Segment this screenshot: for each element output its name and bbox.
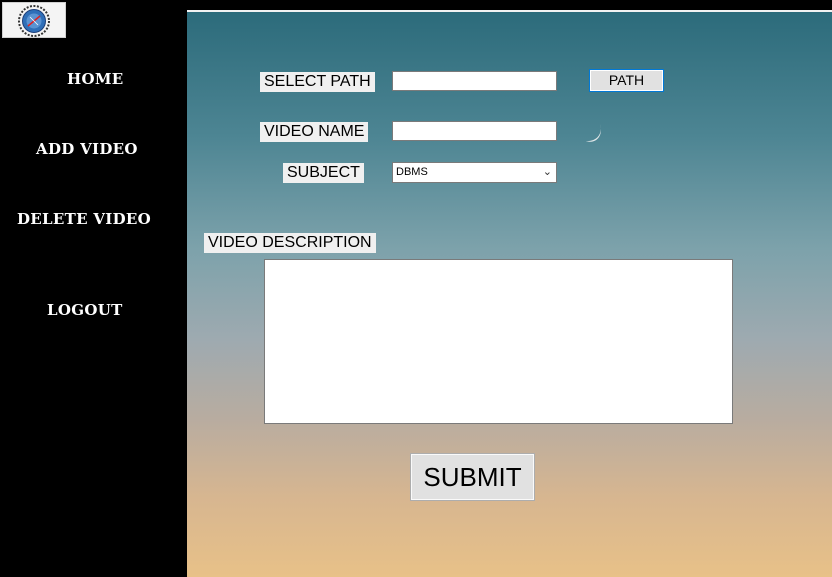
video-name-label: VIDEO NAME [260, 122, 369, 142]
subject-label: SUBJECT [283, 163, 364, 183]
nav-add-video[interactable]: ADD VIDEO [36, 140, 138, 158]
chevron-down-icon: ⌄ [542, 166, 552, 178]
nav-home[interactable]: HOME [67, 70, 123, 88]
college-emblem-icon [18, 5, 50, 37]
add-video-form-panel: SELECT PATH PATH VIDEO NAME SUBJECT DBMS… [187, 10, 832, 577]
path-input[interactable] [392, 71, 557, 91]
moon-icon [586, 124, 601, 142]
path-button[interactable]: PATH [589, 69, 664, 92]
submit-button[interactable]: SUBMIT [410, 453, 535, 501]
video-description-label: VIDEO DESCRIPTION [204, 233, 376, 253]
subject-selected-value: DBMS [396, 166, 428, 178]
sidebar: HOME ADD VIDEO DELETE VIDEO LOGOUT [0, 0, 187, 577]
video-name-input[interactable] [392, 121, 557, 141]
select-path-label: SELECT PATH [260, 72, 375, 92]
subject-dropdown[interactable]: DBMS ⌄ [392, 162, 557, 183]
video-description-textarea[interactable] [264, 259, 733, 424]
nav-logout[interactable]: LOGOUT [47, 301, 123, 319]
nav-delete-video[interactable]: DELETE VIDEO [17, 210, 151, 228]
app-logo [2, 2, 66, 38]
